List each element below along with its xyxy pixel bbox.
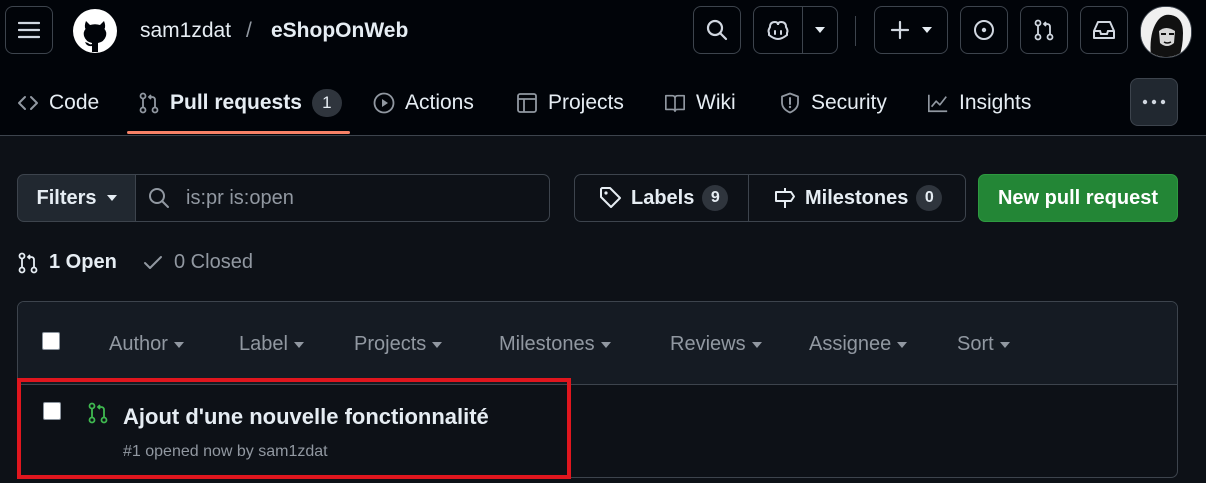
author-filter[interactable]: Author (109, 333, 184, 356)
copilot-button[interactable] (753, 6, 838, 54)
tab-insights-label: Insights (959, 91, 1032, 114)
search-field[interactable] (135, 174, 550, 222)
tag-icon (600, 187, 621, 208)
search-button[interactable] (693, 6, 741, 54)
check-icon (144, 255, 162, 269)
search-icon (149, 188, 169, 208)
search-input[interactable] (184, 185, 528, 211)
labels-count-badge: 9 (702, 185, 729, 211)
closed-filter[interactable]: 0 Closed (142, 251, 253, 274)
issue-opened-icon (974, 20, 994, 40)
avatar[interactable] (1140, 6, 1192, 58)
active-tab-indicator (127, 131, 350, 134)
chevron-down-icon (922, 27, 932, 33)
breadcrumb-repo[interactable]: eShopOnWeb (271, 19, 408, 43)
tab-actions-label: Actions (405, 91, 474, 114)
book-icon (665, 94, 685, 113)
header-divider (855, 16, 856, 46)
milestones-label: Milestones (805, 186, 909, 209)
user-avatar-icon (1141, 7, 1191, 57)
chevron-down-icon (999, 341, 1010, 348)
milestone-icon (775, 188, 795, 208)
tab-code-label: Code (49, 91, 100, 114)
milestones-count-badge: 0 (916, 185, 943, 211)
search-icon (706, 19, 728, 41)
sort-dropdown[interactable]: Sort (957, 333, 1010, 356)
play-icon (373, 92, 395, 114)
projects-filter[interactable]: Projects (354, 333, 443, 356)
git-pull-request-icon (18, 252, 38, 273)
assignee-filter-label: Assignee (809, 333, 892, 355)
header-border (0, 135, 1206, 136)
tab-pull-requests[interactable]: Pull requests 1 (138, 80, 342, 126)
labels-label: Labels (631, 186, 695, 209)
reviews-filter[interactable]: Reviews (670, 333, 762, 356)
tab-actions[interactable]: Actions (373, 80, 474, 126)
repo-nav: Code Pull requests 1 Actions Projects Wi… (0, 80, 1206, 136)
tab-insights[interactable]: Insights (927, 80, 1031, 126)
pull-requests-button[interactable] (1020, 6, 1068, 54)
github-logo[interactable] (72, 8, 118, 54)
sort-label: Sort (957, 333, 994, 355)
select-all-checkbox[interactable] (42, 332, 60, 350)
create-new-button[interactable] (874, 6, 948, 54)
projects-filter-label: Projects (354, 333, 427, 355)
tab-code[interactable]: Code (17, 80, 99, 126)
filters-label: Filters (36, 186, 97, 209)
tab-wiki-label: Wiki (696, 91, 736, 114)
reviews-filter-label: Reviews (670, 333, 746, 355)
tab-security-label: Security (811, 91, 887, 114)
git-pull-request-icon (1034, 19, 1054, 41)
chevron-down-icon (432, 341, 443, 348)
pull-requests-count-badge: 1 (311, 89, 342, 117)
table-icon (517, 93, 537, 113)
chevron-down-icon (600, 341, 611, 348)
kebab-horizontal-icon (1142, 99, 1166, 105)
chevron-down-icon (173, 341, 184, 348)
open-count-label: 1 Open (49, 251, 117, 273)
new-pull-request-button[interactable]: New pull request (978, 174, 1178, 222)
git-pull-request-icon (139, 92, 159, 114)
filters-button[interactable]: Filters (17, 174, 136, 222)
milestones-button[interactable]: Milestones 0 (748, 174, 966, 222)
shield-icon (781, 92, 799, 114)
highlight-box (17, 378, 571, 479)
issues-button[interactable] (960, 6, 1008, 54)
chevron-down-icon (106, 195, 117, 201)
breadcrumb-separator: / (246, 19, 252, 42)
milestones-filter-label: Milestones (499, 333, 595, 355)
hamburger-icon (18, 21, 40, 39)
closed-count-label: 0 Closed (174, 251, 253, 273)
code-icon (18, 96, 38, 110)
chevron-down-icon (815, 27, 825, 33)
more-tabs-button[interactable] (1130, 78, 1178, 126)
label-filter-label: Label (239, 333, 288, 355)
copilot-icon (767, 20, 789, 41)
open-filter[interactable]: 1 Open (17, 251, 117, 274)
assignee-filter[interactable]: Assignee (809, 333, 908, 356)
menu-button[interactable] (5, 6, 53, 54)
inbox-icon (1093, 21, 1115, 39)
chevron-down-icon (293, 341, 304, 348)
tab-wiki[interactable]: Wiki (664, 80, 736, 126)
inbox-button[interactable] (1080, 6, 1128, 54)
github-mark-icon (73, 9, 117, 53)
plus-icon (890, 20, 910, 40)
list-header: Author Label Projects Milestones Reviews… (18, 302, 1177, 385)
labels-button[interactable]: Labels 9 (574, 174, 749, 222)
tab-projects-label: Projects (548, 91, 624, 114)
breadcrumb-owner[interactable]: sam1zdat (140, 19, 231, 43)
tab-security[interactable]: Security (779, 80, 887, 126)
chevron-down-icon (751, 341, 762, 348)
author-filter-label: Author (109, 333, 168, 355)
graph-icon (928, 94, 948, 113)
tab-pull-requests-label: Pull requests (170, 91, 302, 114)
label-filter[interactable]: Label (239, 333, 304, 356)
chevron-down-icon (897, 341, 908, 348)
tab-projects[interactable]: Projects (516, 80, 624, 126)
milestones-filter[interactable]: Milestones (499, 333, 611, 356)
